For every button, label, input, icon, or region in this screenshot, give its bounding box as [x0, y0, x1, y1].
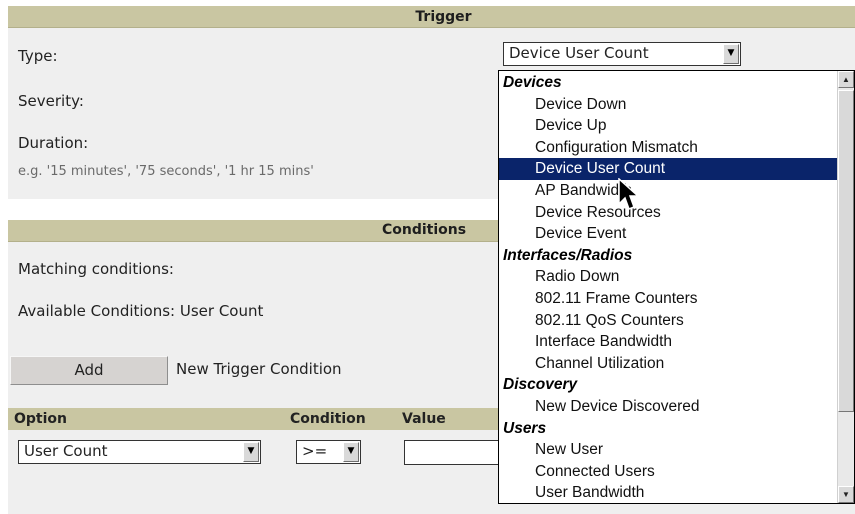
scrollbar-thumb[interactable] — [838, 90, 854, 412]
type-select[interactable]: Device User Count ▼ — [503, 42, 741, 66]
type-select-value: Device User Count — [509, 44, 649, 62]
dropdown-option[interactable]: User Bandwidth — [499, 482, 838, 503]
chevron-down-icon: ▼ — [343, 442, 359, 462]
dropdown-option[interactable]: Connected Users — [499, 461, 838, 483]
value-input[interactable] — [404, 440, 500, 465]
scroll-up-icon[interactable]: ▲ — [838, 71, 854, 88]
type-dropdown-list[interactable]: Devices Device Down Device Up Configuration… — [498, 70, 855, 504]
column-condition: Condition — [290, 411, 366, 427]
column-option: Option — [14, 411, 67, 427]
dropdown-option[interactable]: AP Bandwidth — [499, 180, 838, 202]
matching-conditions-label: Matching conditions: — [18, 260, 174, 278]
dropdown-group-label: Users — [503, 419, 547, 437]
option-select-value: User Count — [24, 442, 108, 460]
option-select[interactable]: User Count ▼ — [18, 440, 261, 464]
dropdown-group-label: Discovery — [503, 376, 578, 394]
available-conditions-label: Available Conditions: User Count — [18, 302, 264, 320]
duration-hint: e.g. '15 minutes', '75 seconds', '1 hr 1… — [18, 164, 314, 179]
dropdown-option[interactable]: 802.11 Frame Counters — [499, 288, 838, 310]
dropdown-option[interactable]: New User — [499, 439, 838, 461]
trigger-header: Trigger — [8, 6, 855, 28]
dropdown-option[interactable]: Radio Down — [499, 266, 838, 288]
chevron-down-icon: ▼ — [723, 44, 739, 64]
dropdown-option[interactable]: New Device Discovered — [499, 396, 838, 418]
chevron-down-icon: ▼ — [243, 442, 259, 462]
add-button[interactable]: Add — [10, 356, 168, 385]
mouse-pointer-icon — [618, 178, 640, 210]
dropdown-group-label: Interfaces/Radios — [503, 246, 633, 264]
dropdown-group-label: Devices — [503, 74, 562, 91]
dropdown-scrollbar[interactable]: ▲ ▼ — [837, 71, 854, 503]
type-label: Type: — [18, 47, 58, 65]
column-value: Value — [402, 411, 446, 427]
conditions-header-label: Conditions — [382, 222, 467, 238]
dropdown-option[interactable]: Device Up — [499, 115, 838, 137]
dropdown-option[interactable]: Device Event — [499, 223, 838, 245]
scroll-down-icon[interactable]: ▼ — [838, 486, 854, 503]
duration-label: Duration: — [18, 134, 89, 152]
condition-table-header: Option Condition Value — [8, 408, 498, 430]
severity-label: Severity: — [18, 92, 84, 110]
dropdown-option[interactable]: Interface Bandwidth — [499, 331, 838, 353]
dropdown-option[interactable]: Device User Count — [499, 158, 838, 180]
dropdown-option[interactable]: 802.11 QoS Counters — [499, 310, 838, 332]
add-caption: New Trigger Condition — [176, 360, 342, 378]
trigger-header-label: Trigger — [415, 9, 472, 25]
condition-select-value: >= — [302, 442, 328, 460]
dropdown-option[interactable]: Device Down — [499, 94, 838, 116]
condition-select[interactable]: >= ▼ — [296, 440, 361, 464]
dropdown-option[interactable]: Channel Utilization — [499, 353, 838, 375]
dropdown-option[interactable]: Configuration Mismatch — [499, 137, 838, 159]
dropdown-option[interactable]: Device Resources — [499, 202, 838, 224]
